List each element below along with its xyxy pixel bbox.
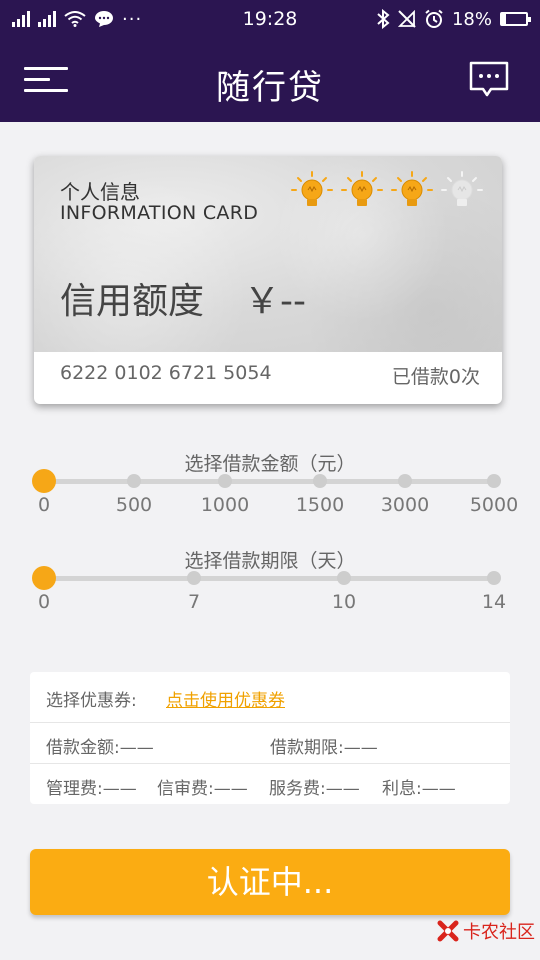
term-slider-tick-label: 10 <box>331 591 357 613</box>
alarm-icon <box>425 9 443 28</box>
management-fee-text: 管理费:—— <box>46 779 137 799</box>
amount-slider-thumb[interactable] <box>32 469 56 493</box>
amount-slider-stop[interactable] <box>127 474 141 488</box>
amount-slider-stop[interactable] <box>313 474 327 488</box>
message-icon <box>95 11 113 27</box>
amount-slider-stop[interactable] <box>218 474 232 488</box>
information-card: 个人信息 INFORMATION CARD 信用额度 ￥-- 6222 0102… <box>34 156 502 404</box>
amount-slider-tick-label: 1000 <box>200 494 250 516</box>
lit-bulb-icon <box>391 171 433 206</box>
amount-slider-tick-label: 5000 <box>469 494 519 516</box>
verify-button[interactable]: 认证中... <box>30 849 510 915</box>
amount-slider-tick-label: 0 <box>37 494 51 516</box>
borrow-count: 已借款0次 <box>391 366 480 388</box>
page-title: 随行贷 <box>216 68 324 108</box>
wifi-icon <box>64 11 86 27</box>
card-number: 6222 0102 6721 5054 <box>60 362 272 384</box>
term-slider-thumb[interactable] <box>32 566 56 590</box>
use-coupon-link[interactable]: 点击使用优惠券 <box>166 686 285 711</box>
bluetooth-icon <box>377 9 390 29</box>
loan-term-text: 借款期限:—— <box>270 738 378 758</box>
loan-info-box: 选择优惠券: 点击使用优惠券 借款金额:—— 借款期限:—— 管理费:—— 信审… <box>30 672 510 804</box>
chat-icon[interactable] <box>468 60 510 100</box>
card-label-cn: 个人信息 <box>60 180 140 204</box>
battery-percent: 18% <box>451 8 492 30</box>
card-label-en: INFORMATION CARD <box>60 202 259 224</box>
term-slider-stop[interactable] <box>187 571 201 585</box>
watermark-logo-icon <box>437 920 459 942</box>
service-fee-text: 服务费:—— <box>269 779 360 799</box>
battery-icon <box>500 12 531 26</box>
watermark-logo: 卡农社区 <box>436 918 535 944</box>
term-slider-title: 选择借款期限（天） <box>184 550 356 572</box>
credit-review-fee-text: 信审费:—— <box>157 779 248 799</box>
credit-label: 信用额度 <box>60 281 205 322</box>
signal-2-icon <box>38 11 56 27</box>
amount-slider-tick-label: 3000 <box>380 494 430 516</box>
credit-value: ￥-- <box>244 281 306 322</box>
app-header: 随行贷 <box>0 38 540 122</box>
amount-slider-title: 选择借款金额（元） <box>184 453 356 475</box>
coupon-label: 选择优惠券: <box>46 691 137 711</box>
status-bar: ··· 19:28 18% <box>0 0 540 38</box>
interest-text: 利息:—— <box>382 779 456 799</box>
watermark-text: 卡农社区 <box>463 922 535 943</box>
lit-bulb-icon <box>341 171 383 206</box>
signal-icon <box>12 11 30 27</box>
credit-rating-bulbs <box>290 170 484 214</box>
coupon-row: 选择优惠券: 点击使用优惠券 <box>30 672 510 723</box>
amount-slider-tick-label: 500 <box>115 494 153 516</box>
unlit-bulb-icon <box>441 171 483 206</box>
lit-bulb-icon <box>291 171 333 206</box>
more-icon: ··· <box>122 8 143 30</box>
loan-amount-text: 借款金额:—— <box>46 738 154 758</box>
amount-slider-tick-label: 1500 <box>295 494 345 516</box>
term-slider-stop[interactable] <box>487 571 501 585</box>
term-slider-tick-label: 0 <box>37 591 51 613</box>
amount-slider-stop[interactable] <box>398 474 412 488</box>
fees-row: 管理费:—— 信审费:—— 服务费:—— 利息:—— <box>30 764 510 804</box>
no-signal-icon <box>397 10 416 28</box>
amount-slider-track[interactable] <box>44 479 494 484</box>
term-slider-tick-label: 14 <box>481 591 507 613</box>
term-slider-track[interactable] <box>44 576 494 581</box>
loan-summary-row: 借款金额:—— 借款期限:—— <box>30 723 510 764</box>
term-slider-stop[interactable] <box>337 571 351 585</box>
term-slider-tick-label: 7 <box>187 591 201 613</box>
card-face: 个人信息 INFORMATION CARD 信用额度 ￥-- <box>34 156 502 352</box>
amount-slider-stop[interactable] <box>487 474 501 488</box>
